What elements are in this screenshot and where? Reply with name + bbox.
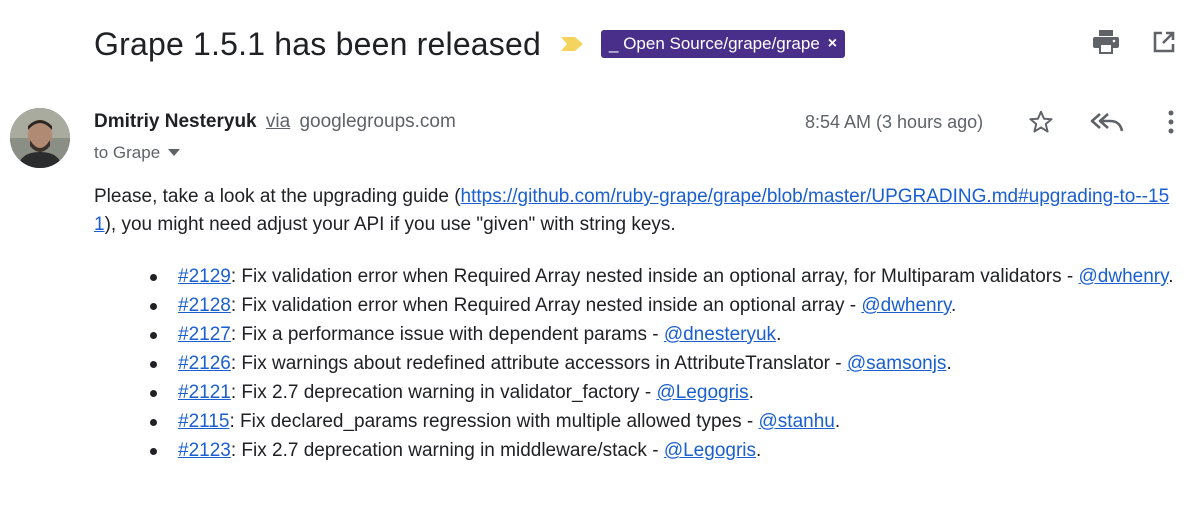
bullet — [150, 448, 157, 455]
sender-domain: googlegroups.com — [299, 111, 456, 132]
change-end: . — [748, 382, 754, 403]
sender-line: Dmitriy Nesteryuk via googlegroups.com — [94, 111, 456, 133]
list-item: #2127: Fix a performance issue with depe… — [150, 320, 1180, 349]
list-item: #2115: Fix declared_params regression wi… — [150, 407, 1180, 436]
list-item: #2128: Fix validation error when Require… — [150, 291, 1180, 320]
bullet — [150, 274, 157, 281]
sender-name[interactable]: Dmitriy Nesteryuk — [94, 111, 257, 132]
list-item: #2126: Fix warnings about redefined attr… — [150, 349, 1180, 378]
subject-row: Grape 1.5.1 has been released _ Open Sou… — [94, 22, 846, 66]
pr-link[interactable]: #2128 — [178, 295, 231, 316]
email-subject: Grape 1.5.1 has been released — [94, 25, 542, 62]
thread-actions — [1092, 28, 1178, 56]
chevron-down-icon[interactable] — [168, 149, 181, 157]
bullet — [150, 361, 157, 368]
star-icon[interactable] — [1027, 108, 1055, 136]
bullet — [150, 303, 157, 310]
change-end: . — [834, 411, 841, 432]
change-text: : Fix validation error when Required Arr… — [230, 266, 1079, 287]
open-in-new-window-icon[interactable] — [1150, 28, 1178, 56]
change-text: : Fix 2.7 deprecation warning in validat… — [230, 382, 657, 403]
print-icon[interactable] — [1092, 28, 1120, 56]
author-link[interactable]: @dnesteryuk — [664, 324, 776, 345]
change-end: . — [776, 324, 782, 345]
more-vertical-icon[interactable] — [1157, 108, 1185, 136]
intro-before: Please, take a look at the upgrading gui… — [94, 186, 461, 207]
bullet — [150, 332, 157, 339]
change-end: . — [1168, 266, 1174, 287]
author-link[interactable]: @dwhenry — [861, 295, 951, 316]
intro-after: ), you might need adjust your API if you… — [104, 214, 676, 235]
pr-link[interactable]: #2123 — [178, 440, 231, 461]
list-item: #2123: Fix 2.7 deprecation warning in mi… — [150, 436, 1180, 465]
remove-label-button[interactable]: × — [828, 35, 837, 53]
author-link[interactable]: @dwhenry — [1079, 266, 1169, 287]
change-text: : Fix a performance issue with dependent… — [230, 324, 664, 345]
change-end: . — [946, 353, 952, 374]
list-item: #2129: Fix validation error when Require… — [150, 262, 1180, 291]
reply-all-icon[interactable] — [1089, 108, 1125, 136]
pr-link[interactable]: #2115 — [178, 411, 229, 432]
pr-link[interactable]: #2129 — [178, 266, 231, 287]
recipient-text: to Grape — [94, 143, 161, 162]
pr-link[interactable]: #2127 — [178, 324, 231, 345]
pr-link[interactable]: #2121 — [178, 382, 231, 403]
change-text: : Fix warnings about redefined attribute… — [230, 353, 847, 374]
avatar[interactable] — [10, 108, 70, 168]
email-intro: Please, take a look at the upgrading gui… — [94, 183, 1184, 239]
change-text: : Fix declared_params regression with mu… — [229, 411, 759, 432]
author-link[interactable]: @Legogris — [664, 440, 756, 461]
author-link[interactable]: @Legogris — [656, 382, 748, 403]
bullet — [150, 419, 157, 426]
list-item: #2121: Fix 2.7 deprecation warning in va… — [150, 378, 1180, 407]
label-text: _ Open Source/grape/grape — [609, 34, 820, 53]
change-text: : Fix validation error when Required Arr… — [230, 295, 862, 316]
change-end: . — [756, 440, 762, 461]
author-link[interactable]: @samsonjs — [847, 353, 947, 374]
recipient-line: to Grape — [94, 143, 181, 163]
message-time: 8:54 AM (3 hours ago) — [805, 112, 984, 132]
via-link[interactable]: via — [266, 111, 290, 132]
bullet — [150, 390, 157, 397]
change-text: : Fix 2.7 deprecation warning in middlew… — [230, 440, 664, 461]
message-actions — [1027, 108, 1200, 136]
label-chip[interactable]: _ Open Source/grape/grape × — [601, 30, 846, 58]
change-end: . — [951, 295, 957, 316]
importance-marker-icon[interactable] — [561, 37, 584, 51]
author-link[interactable]: @stanhu — [759, 411, 835, 432]
pr-link[interactable]: #2126 — [178, 353, 231, 374]
changelog-list: #2129: Fix validation error when Require… — [150, 262, 1180, 465]
